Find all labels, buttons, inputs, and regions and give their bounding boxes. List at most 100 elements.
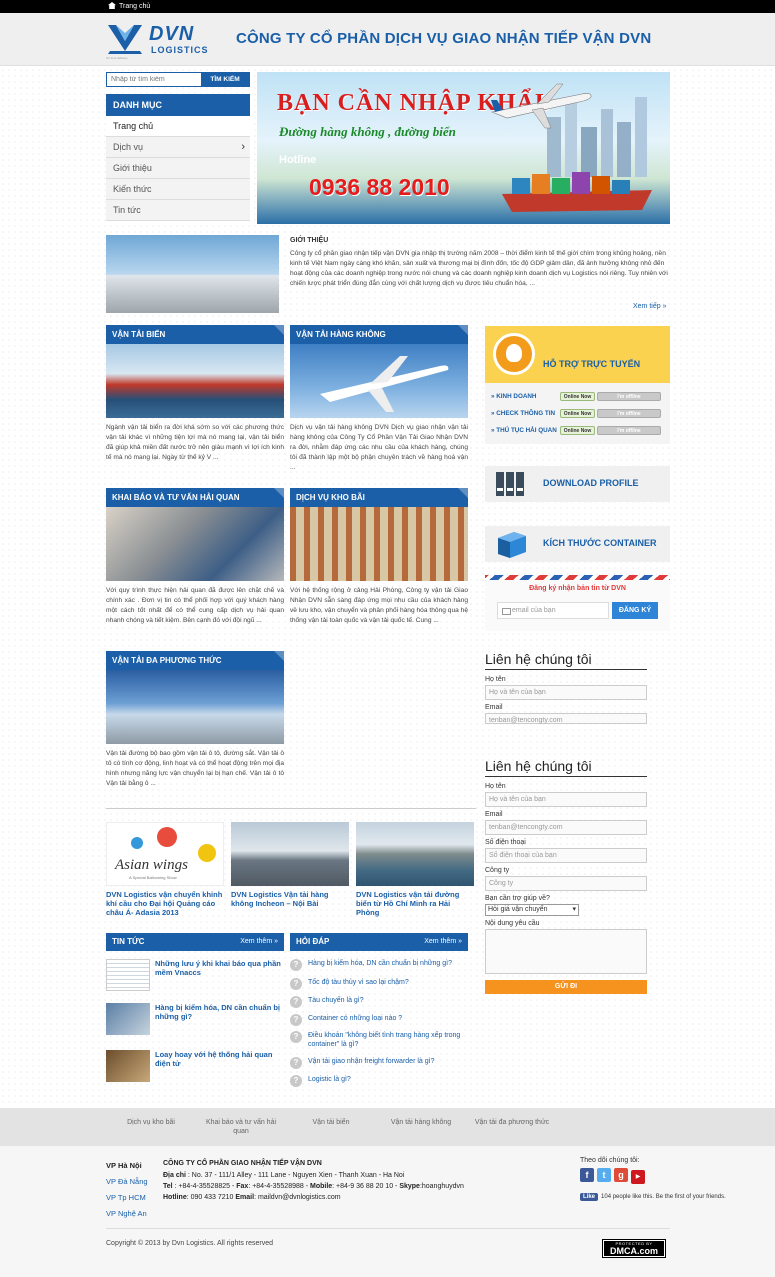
- help-select[interactable]: Hỏi giá vận chuyển: [485, 904, 579, 916]
- newsletter-email-input[interactable]: email của bạn: [497, 602, 609, 619]
- faq-item[interactable]: ? Vận tải giao nhận freight forwarder là …: [290, 1057, 468, 1069]
- faq-item[interactable]: ? Logistic là gì?: [290, 1075, 468, 1087]
- online-status-button[interactable]: Online Now: [560, 392, 595, 401]
- menu-item-knowledge[interactable]: Kiến thức: [106, 179, 250, 200]
- office-link[interactable]: VP Nghệ An: [106, 1206, 148, 1222]
- footer-nav-link[interactable]: Dịch vụ kho bãi: [120, 1118, 182, 1127]
- gallery-caption[interactable]: DVN Logistics Vận tải hàng không Incheon…: [231, 890, 349, 908]
- footer-nav-link[interactable]: Vận tải đa phương thức: [470, 1118, 554, 1127]
- email-field[interactable]: tenban@tencongty.com: [485, 820, 647, 835]
- email-field[interactable]: tenban@tencongty.com: [485, 713, 647, 724]
- faq-question: Hàng bị kiểm hóa, DN cần chuẩn bị những …: [308, 960, 452, 967]
- support-name[interactable]: » CHECK THÔNG TIN: [491, 410, 555, 417]
- faq-item[interactable]: ? Điều khoản "không biết tình trang hàng …: [290, 1031, 468, 1049]
- faq-heading-label: HỎI ĐÁP: [296, 937, 330, 946]
- name-field[interactable]: Họ và tên của bạn: [485, 792, 647, 807]
- news-thumbnail[interactable]: [106, 1050, 150, 1082]
- customs-office-image[interactable]: [106, 507, 284, 581]
- container-size-button[interactable]: KÍCH THƯỚC CONTAINER: [485, 526, 670, 562]
- company-field[interactable]: Công ty: [485, 876, 647, 891]
- tel-value: : +84-4-35528825 -: [172, 1183, 237, 1190]
- service-title[interactable]: KHAI BÁO VÀ TƯ VẤN HẢI QUAN: [106, 488, 284, 507]
- logo[interactable]: DVN LOGISTICS On time delivery: [106, 21, 214, 61]
- twitter-icon[interactable]: t: [597, 1168, 611, 1182]
- offline-status-button[interactable]: I'm offline: [597, 392, 661, 401]
- footer-nav-link[interactable]: Khai báo và tư vấn hải quan: [198, 1118, 284, 1136]
- menu-item-services[interactable]: Dịch vụ ›: [106, 137, 250, 158]
- gallery-image[interactable]: Asian wings A Special Ballooning Show: [106, 822, 224, 886]
- gallery-image[interactable]: [231, 822, 349, 886]
- gallery-caption[interactable]: DVN Logistics vận chuyển khinh khí cầu c…: [106, 890, 224, 917]
- facebook-icon[interactable]: f: [580, 1168, 594, 1182]
- faq-item[interactable]: ? Container có những loại nào ?: [290, 1014, 468, 1026]
- search-input[interactable]: [107, 73, 201, 86]
- online-status-button[interactable]: Online Now: [560, 409, 595, 418]
- news-title[interactable]: Loay hoay với hệ thống hải quan điện tử: [155, 1050, 283, 1068]
- footer-nav-link[interactable]: Vận tải hàng không: [386, 1118, 456, 1127]
- offline-status-button[interactable]: I'm offline: [597, 426, 661, 435]
- support-name[interactable]: » KINH DOANH: [491, 393, 536, 400]
- help-label: Bạn cần trợ giúp về?: [485, 895, 550, 902]
- news-title[interactable]: Hàng bị kiểm hóa, DN cần chuẩn bị những …: [155, 1003, 283, 1021]
- faq-item[interactable]: ? Tàu chuyến là gì?: [290, 996, 468, 1008]
- download-profile-button[interactable]: DOWNLOAD PROFILE: [485, 466, 670, 502]
- menu-item-home[interactable]: Trang chủ: [106, 116, 250, 137]
- menu-item-about[interactable]: Giới thiệu: [106, 158, 250, 179]
- like-button[interactable]: Like: [580, 1193, 599, 1201]
- name-label: Họ tên: [485, 783, 506, 790]
- news-thumbnail[interactable]: [106, 1003, 150, 1035]
- faq-item[interactable]: ? Tốc độ tàu thủy vì sao lại chậm?: [290, 978, 468, 990]
- topbar-home-link[interactable]: Trang chủ: [119, 3, 150, 10]
- google-plus-icon[interactable]: g: [614, 1168, 628, 1182]
- faq-question: Điều khoản "không biết tình trang hàng x…: [308, 1032, 461, 1048]
- read-more-link[interactable]: Xem tiếp »: [633, 303, 666, 310]
- service-card-multimodal: VẬN TẢI ĐA PHƯƠNG THỨC Vận tải đường bộ …: [106, 651, 284, 789]
- office-link[interactable]: VP Đà Nẵng: [106, 1174, 148, 1190]
- menu-item-news[interactable]: Tin tức: [106, 200, 250, 221]
- air-freight-image[interactable]: [290, 344, 468, 418]
- send-button[interactable]: GỬI ĐI: [485, 980, 647, 994]
- service-title[interactable]: VẬN TẢI BIỂN: [106, 325, 284, 344]
- multimodal-image[interactable]: [106, 670, 284, 744]
- sea-freight-image[interactable]: [106, 344, 284, 418]
- footer-company-name: CÔNG TY CỔ PHẦN GIAO NHẬN TIẾP VẬN DVN: [163, 1160, 322, 1167]
- gallery-image[interactable]: [356, 822, 474, 886]
- gallery-item[interactable]: DVN Logistics Vận tải hàng không Incheon…: [231, 822, 349, 908]
- office-heading[interactable]: VP Hà Nội: [106, 1158, 148, 1174]
- service-title[interactable]: VẬN TẢI HÀNG KHÔNG: [290, 325, 468, 344]
- service-card-air: VẬN TẢI HÀNG KHÔNG Dịch vụ vận tải hàng …: [290, 325, 468, 473]
- faq-item[interactable]: ? Hàng bị kiểm hóa, DN cần chuẩn bị những…: [290, 959, 468, 971]
- newsletter-subscribe-button[interactable]: ĐĂNG KÝ: [612, 602, 658, 619]
- email-value[interactable]: : maildvn@dvnlogistics.com: [254, 1194, 340, 1201]
- gallery-item[interactable]: DVN Logistics vận tải đường biển từ Hồ C…: [356, 822, 474, 917]
- intro-warehouse-image[interactable]: [106, 235, 279, 313]
- footer-nav-link[interactable]: Vận tải biển: [305, 1118, 357, 1127]
- service-title[interactable]: DỊCH VỤ KHO BÃI: [290, 488, 468, 507]
- message-textarea[interactable]: [485, 929, 647, 974]
- hero-banner[interactable]: BẠN CẦN NHẬP KHẨU Đường hàng không , đườ…: [257, 72, 670, 224]
- news-title[interactable]: Những lưu ý khi khai báo qua phần mềm Vn…: [155, 959, 283, 977]
- faq-more-link[interactable]: Xem thêm »: [424, 933, 462, 951]
- name-field[interactable]: Họ và tên của bạn: [485, 685, 647, 700]
- footer: VP Hà Nội VP Đà Nẵng VP Tp HCM VP Nghệ A…: [0, 1146, 775, 1277]
- gallery-caption[interactable]: DVN Logistics vận tải đường biển từ Hồ C…: [356, 890, 474, 917]
- phone-field[interactable]: Số điện thoại của bạn: [485, 848, 647, 863]
- dmca-badge[interactable]: PROTECTED BY DMCA.com: [602, 1239, 666, 1258]
- question-icon: ?: [290, 959, 302, 971]
- warehouse-image[interactable]: [290, 507, 468, 581]
- banner-hotline: 0936 88 2010: [309, 174, 450, 200]
- youtube-icon[interactable]: ▶: [631, 1170, 645, 1184]
- support-agent-icon: [493, 333, 535, 375]
- search-button[interactable]: TÌM KIẾM: [201, 73, 249, 86]
- container-size-label: KÍCH THƯỚC CONTAINER: [543, 538, 657, 548]
- news-thumbnail[interactable]: [106, 959, 150, 991]
- airplane-image: [490, 83, 592, 129]
- gallery-item[interactable]: Asian wings A Special Ballooning Show DV…: [106, 822, 224, 917]
- office-link[interactable]: VP Tp HCM: [106, 1190, 148, 1206]
- service-title[interactable]: VẬN TẢI ĐA PHƯƠNG THỨC: [106, 651, 284, 670]
- support-name[interactable]: » THỦ TỤC HẢI QUAN: [491, 427, 557, 434]
- service-card-customs: KHAI BÁO VÀ TƯ VẤN HẢI QUAN Với quy trìn…: [106, 488, 284, 626]
- news-more-link[interactable]: Xem thêm »: [240, 933, 278, 951]
- offline-status-button[interactable]: I'm offline: [597, 409, 661, 418]
- online-status-button[interactable]: Online Now: [560, 426, 595, 435]
